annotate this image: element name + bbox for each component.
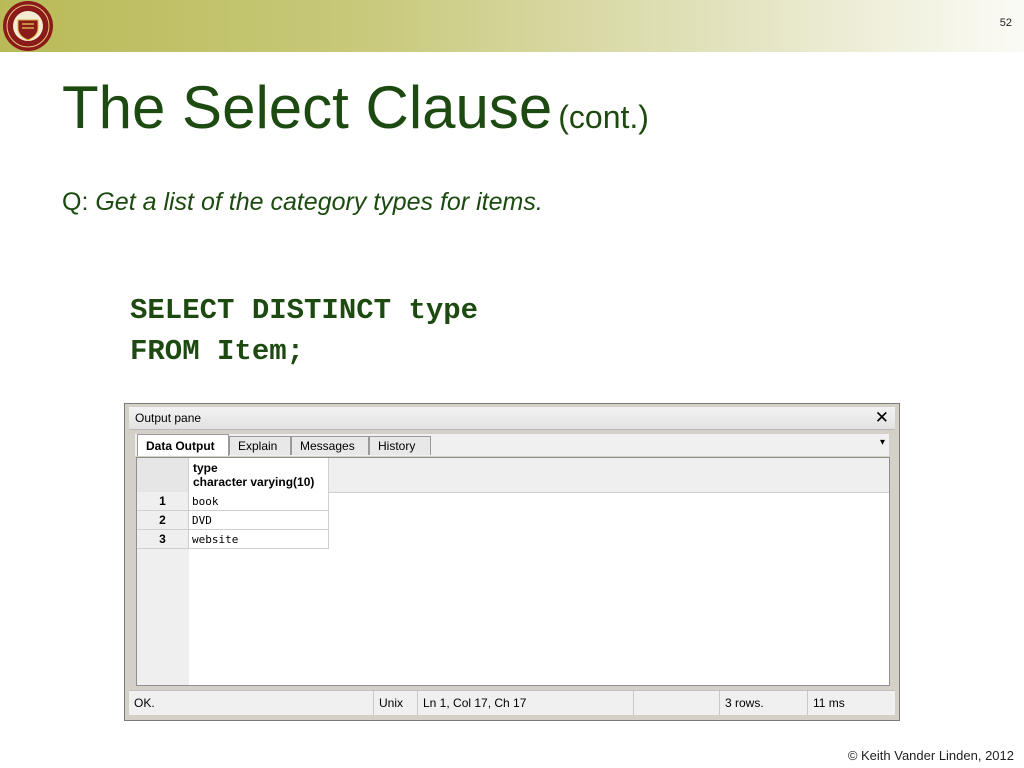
sql-line-2: FROM Item; [130, 335, 305, 368]
table-row: 1 book [137, 492, 329, 511]
slide-number: 52 [999, 17, 1012, 29]
question-prefix: Q: [62, 188, 89, 216]
table-cell[interactable]: book [189, 492, 329, 511]
output-pane: Output pane ✕ Data Output Explain Messag… [124, 403, 900, 721]
status-row-count: 3 rows. [719, 691, 807, 715]
status-cursor-position: Ln 1, Col 17, Ch 17 [417, 691, 633, 715]
status-elapsed-time: 11 ms [807, 691, 895, 715]
question-text: Get a list of the category types for ite… [95, 188, 543, 216]
table-row: 2 DVD [137, 511, 329, 530]
status-empty [633, 691, 719, 715]
column-datatype: character varying(10) [193, 475, 315, 489]
table-cell[interactable]: website [189, 530, 329, 549]
row-number[interactable]: 2 [137, 511, 189, 530]
row-number[interactable]: 1 [137, 492, 189, 511]
column-name: type [193, 461, 218, 475]
question: Q: Get a list of the category types for … [62, 188, 543, 217]
table-cell[interactable]: DVD [189, 511, 329, 530]
tab-menu-icon[interactable]: ▾ [880, 437, 885, 448]
tab-data-output[interactable]: Data Output [137, 434, 229, 456]
college-seal-logo [3, 1, 53, 51]
title-suffix: (cont.) [558, 99, 649, 135]
title-main: The Select Clause [62, 74, 553, 141]
row-number[interactable]: 3 [137, 530, 189, 549]
pane-titlebar: Output pane ✕ [129, 407, 895, 430]
tab-messages[interactable]: Messages [291, 436, 369, 455]
close-icon[interactable]: ✕ [875, 408, 889, 428]
column-header-type[interactable]: type character varying(10) [189, 458, 329, 492]
sql-line-1: SELECT DISTINCT type [130, 294, 479, 327]
grid-corner[interactable] [137, 458, 189, 492]
status-line-ending: Unix [373, 691, 417, 715]
tab-explain[interactable]: Explain [229, 436, 291, 455]
status-bar: OK. Unix Ln 1, Col 17, Ch 17 3 rows. 11 … [129, 690, 895, 715]
header-band [0, 0, 1024, 52]
data-grid: type character varying(10) 1 book 2 DVD … [136, 457, 890, 686]
slide-title: The Select Clause (cont.) [62, 78, 649, 138]
tab-history[interactable]: History [369, 436, 431, 455]
pane-title: Output pane [135, 411, 202, 425]
copyright-footer: © Keith Vander Linden, 2012 [847, 748, 1014, 763]
table-row: 3 website [137, 530, 329, 549]
sql-query: SELECT DISTINCT type FROM Item; [130, 290, 478, 372]
status-message: OK. [134, 696, 155, 710]
tab-bar: Data Output Explain Messages History ▾ [135, 434, 889, 456]
